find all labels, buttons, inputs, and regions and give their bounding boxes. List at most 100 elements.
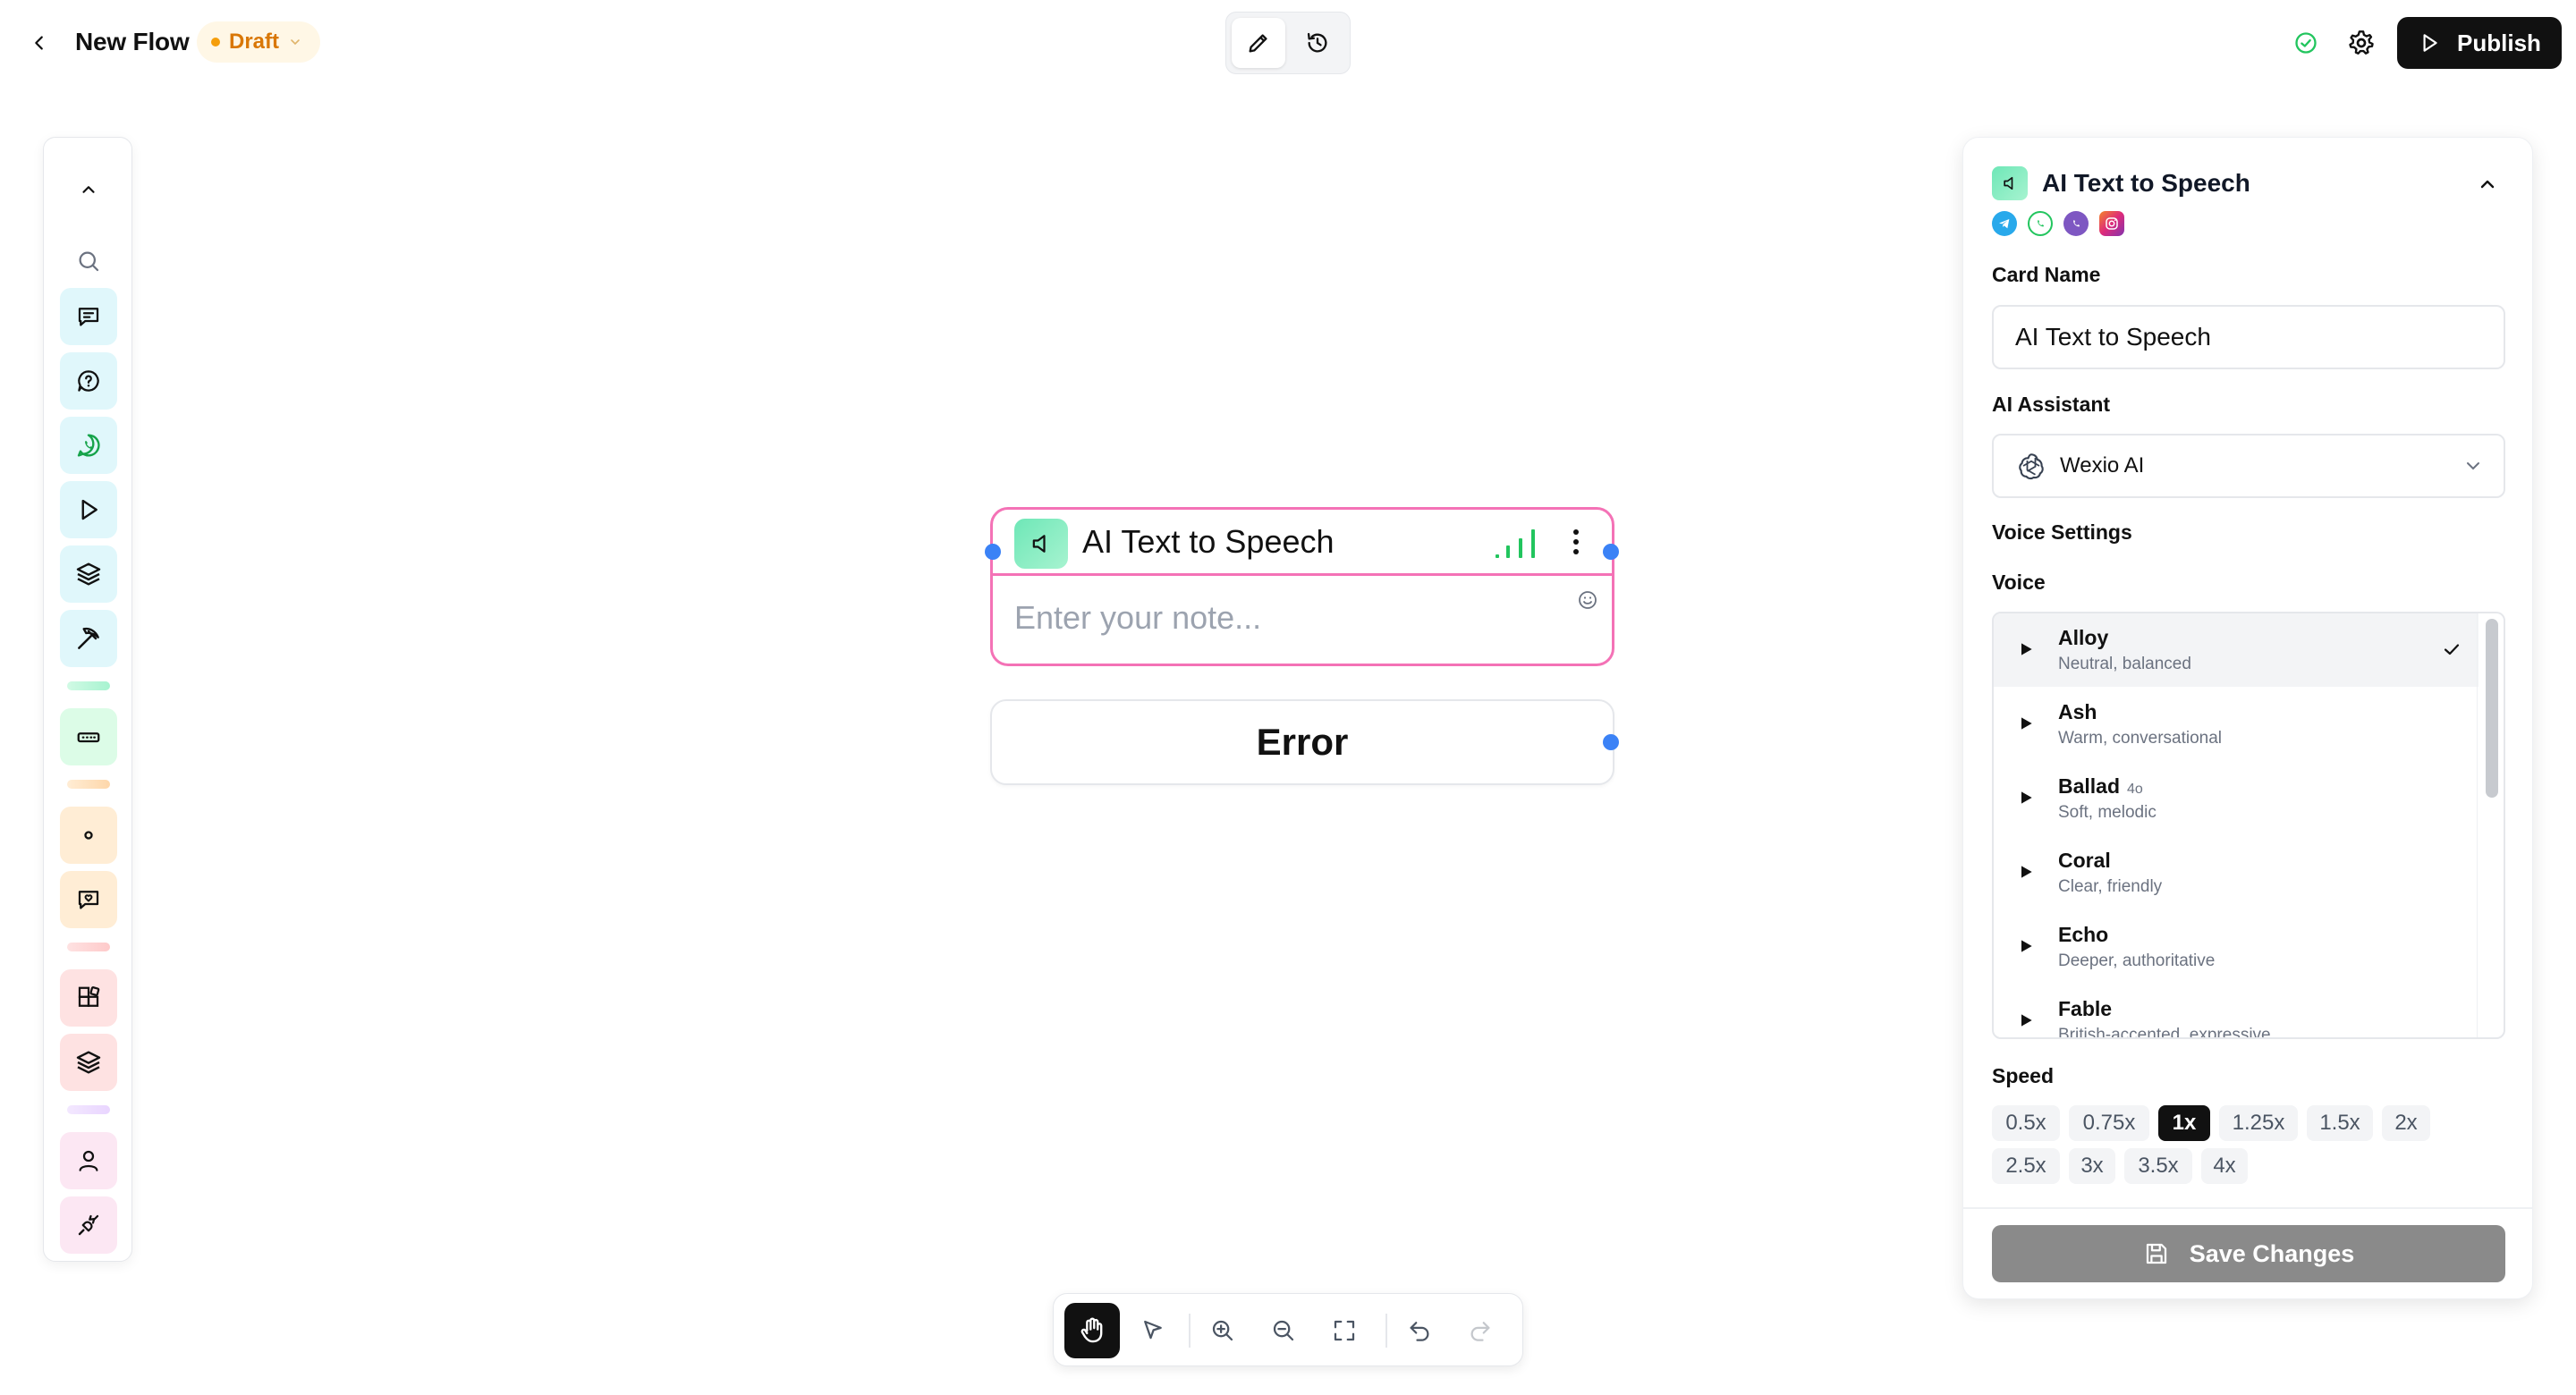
card-name-input[interactable]: [1992, 305, 2505, 369]
voice-option-ash[interactable]: Ash Warm, conversational: [1994, 688, 2479, 761]
speed-option[interactable]: 2x: [2382, 1105, 2430, 1141]
scrollbar-thumb[interactable]: [2486, 619, 2498, 798]
emoji-button[interactable]: [1574, 587, 1601, 613]
voice-description: Warm, conversational: [2058, 729, 2223, 748]
tool-pickaxe[interactable]: [60, 610, 117, 667]
speed-option[interactable]: 1.5x: [2307, 1105, 2373, 1141]
settings-button[interactable]: [2343, 25, 2379, 61]
voice-list-scrollbar[interactable]: [2477, 613, 2504, 1037]
redo-button[interactable]: [1453, 1303, 1508, 1358]
node-input-handle[interactable]: [985, 544, 1001, 560]
ai-assistant-select[interactable]: Wexio AI: [1992, 434, 2505, 498]
ai-assistant-label: AI Assistant: [1992, 393, 2111, 416]
voice-list: Alloy Neutral, balanced Ash Warm, conver…: [1992, 612, 2505, 1039]
palette-separator: [67, 780, 110, 789]
panel-collapse-button[interactable]: [2470, 166, 2505, 202]
history-icon: [1307, 32, 1327, 53]
node-menu-button[interactable]: [1562, 524, 1590, 560]
play-icon[interactable]: [2017, 714, 2035, 732]
status-dot: [211, 38, 220, 46]
speed-option[interactable]: 4x: [2201, 1148, 2248, 1184]
speaker-icon: [1992, 166, 2028, 200]
voice-description: Soft, melodic: [2058, 803, 2157, 822]
speed-label: Speed: [1992, 1064, 2055, 1087]
tool-whatsapp[interactable]: [60, 417, 117, 474]
tts-node-card[interactable]: AI Text to Speech: [990, 507, 1614, 666]
play-icon[interactable]: [2017, 863, 2035, 881]
speed-option[interactable]: 3.5x: [2124, 1148, 2192, 1184]
error-node-card[interactable]: Error: [990, 699, 1614, 785]
voice-option-alloy[interactable]: Alloy Neutral, balanced: [1994, 613, 2479, 687]
tts-node-title: AI Text to Speech: [1082, 523, 1335, 560]
speed-option[interactable]: 3x: [2069, 1148, 2115, 1184]
palette-search-button[interactable]: [60, 232, 117, 290]
telegram-icon: [1992, 211, 2017, 236]
voice-option-coral[interactable]: Coral Clear, friendly: [1994, 836, 2479, 909]
speed-option[interactable]: 2.5x: [1992, 1148, 2060, 1184]
save-changes-button[interactable]: Save Changes: [1992, 1225, 2505, 1282]
history-button[interactable]: [1291, 18, 1344, 68]
play-icon[interactable]: [2017, 1011, 2035, 1029]
zoom-in-icon: [1212, 1320, 1233, 1341]
play-icon[interactable]: [2017, 937, 2035, 955]
voice-option-fable[interactable]: Fable British-accented, expressive: [1994, 985, 2479, 1039]
chevron-down-icon: [2467, 462, 2479, 470]
back-button[interactable]: [23, 27, 55, 59]
tool-dot[interactable]: [60, 807, 117, 864]
panel-divider: [1963, 1207, 2532, 1209]
error-output-handle[interactable]: [1603, 734, 1619, 750]
zoom-out-button[interactable]: [1256, 1303, 1311, 1358]
canvas-controls: [1053, 1293, 1523, 1366]
tool-stack[interactable]: [60, 1034, 117, 1091]
voice-description: British-accented, expressive: [2058, 1026, 2271, 1039]
tool-layers[interactable]: [60, 545, 117, 603]
saved-status: [2290, 27, 2322, 59]
cursor-icon: [1144, 1320, 1162, 1340]
select-tool-button[interactable]: [1125, 1303, 1181, 1358]
undo-button[interactable]: [1392, 1303, 1447, 1358]
tool-blocks[interactable]: [60, 969, 117, 1027]
tts-node-header: AI Text to Speech: [993, 510, 1612, 576]
node-output-handle[interactable]: [1603, 544, 1619, 560]
status-badge[interactable]: Draft: [197, 21, 321, 63]
palette-separator: [67, 1105, 110, 1114]
pan-tool-button[interactable]: [1064, 1303, 1120, 1358]
speed-option-selected[interactable]: 1x: [2158, 1105, 2210, 1141]
properties-panel: AI Text to Speech Card Name AI Assistant…: [1962, 137, 2533, 1299]
publish-button[interactable]: Publish: [2397, 17, 2562, 69]
play-icon[interactable]: [2017, 640, 2035, 658]
chevron-left-icon: [35, 36, 43, 50]
palette-separator: [67, 943, 110, 951]
voice-settings-label: Voice Settings: [1992, 520, 2132, 544]
message-square-icon: [78, 308, 99, 326]
node-note-input[interactable]: [1014, 596, 1551, 640]
viber-icon: [2063, 211, 2089, 236]
voice-option-ballad[interactable]: Ballad 4o Soft, melodic: [1994, 762, 2479, 835]
voice-model-tag: 4o: [2127, 782, 2143, 797]
speed-option[interactable]: 0.5x: [1992, 1105, 2060, 1141]
collapse-palette-button[interactable]: [60, 161, 117, 218]
voice-option-echo[interactable]: Echo Deeper, authoritative: [1994, 910, 2479, 984]
zoom-in-button[interactable]: [1195, 1303, 1250, 1358]
channel-icons: [1992, 211, 2124, 236]
pencil-icon: [1249, 34, 1267, 53]
undo-icon: [1410, 1322, 1429, 1341]
flow-title: New Flow: [75, 28, 190, 55]
save-icon: [2146, 1243, 2166, 1264]
tool-start[interactable]: [60, 481, 117, 538]
mode-toggle: [1225, 12, 1351, 74]
tool-user[interactable]: [60, 1132, 117, 1189]
speed-option[interactable]: 0.75x: [2069, 1105, 2149, 1141]
tool-integration[interactable]: [60, 1196, 117, 1254]
play-icon[interactable]: [2017, 789, 2035, 807]
tool-message[interactable]: [60, 288, 117, 345]
edit-mode-button[interactable]: [1232, 18, 1285, 68]
tool-question[interactable]: [60, 352, 117, 410]
voice-description: Clear, friendly: [2058, 877, 2163, 896]
tool-comment[interactable]: [60, 871, 117, 928]
tool-keyboard[interactable]: [60, 708, 117, 765]
voice-name: Ballad 4o: [2058, 774, 2143, 798]
zoom-out-icon: [1273, 1320, 1294, 1341]
fit-view-button[interactable]: [1317, 1303, 1372, 1358]
speed-option[interactable]: 1.25x: [2219, 1105, 2298, 1141]
